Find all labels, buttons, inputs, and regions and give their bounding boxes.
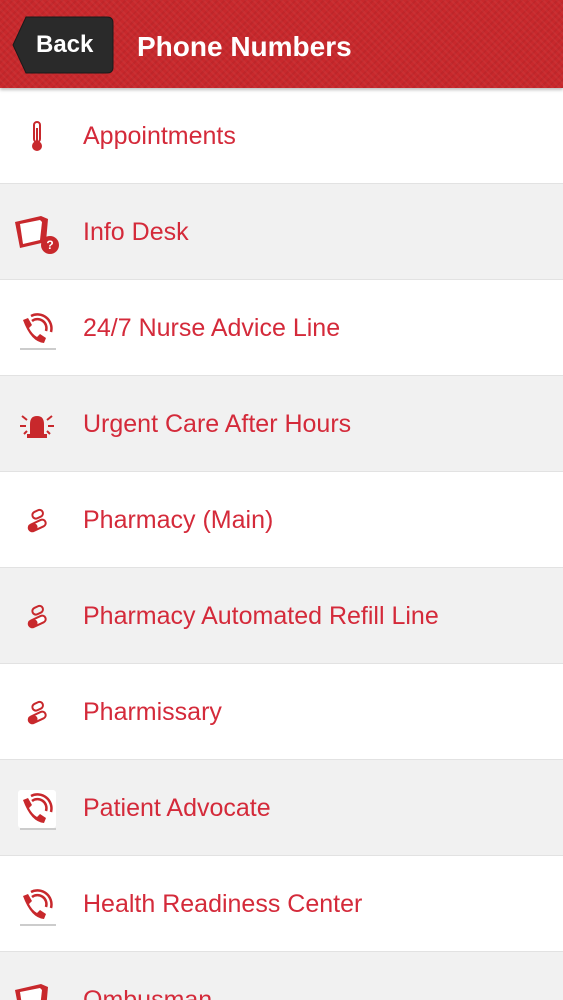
pill-icon: [14, 498, 60, 544]
pill-icon: [14, 690, 60, 736]
list-item[interactable]: Pharmissary: [0, 664, 563, 760]
list-item-label: Pharmacy (Main): [83, 506, 274, 534]
back-button[interactable]: Back: [12, 15, 115, 75]
list-item-label: Pharmacy Automated Refill Line: [83, 602, 439, 630]
header-bar: Back Phone Numbers: [0, 0, 563, 88]
list-item-label: Urgent Care After Hours: [83, 410, 352, 438]
info-desk-icon: ?: [14, 210, 60, 256]
page-title: Phone Numbers: [137, 31, 352, 62]
list-item[interactable]: Pharmacy (Main): [0, 472, 563, 568]
pill-icon: [14, 594, 60, 640]
list-item[interactable]: Appointments: [0, 88, 563, 184]
phone-call-icon: [14, 306, 60, 352]
info-desk-icon: ?: [14, 978, 60, 1000]
list-item-label: Pharmissary: [83, 698, 222, 726]
list-item-label: 24/7 Nurse Advice Line: [83, 314, 341, 342]
svg-text:?: ?: [46, 238, 53, 252]
thermometer-icon: [14, 114, 60, 160]
list-item-label: Info Desk: [83, 218, 189, 246]
list-item[interactable]: Patient Advocate: [0, 760, 563, 856]
list-item[interactable]: Urgent Care After Hours: [0, 376, 563, 472]
siren-icon: [14, 402, 60, 448]
list-item-label: Health Readiness Center: [83, 890, 363, 918]
list-item-label: Patient Advocate: [83, 794, 271, 822]
phone-numbers-screen: Back Phone Numbers Appointments ? Info D…: [0, 0, 563, 1000]
phone-list: Appointments ? Info Desk 24/7 Nurse Advi…: [0, 88, 563, 1000]
list-item[interactable]: 24/7 Nurse Advice Line: [0, 280, 563, 376]
list-item-label: Ombusman: [83, 986, 213, 1000]
list-item[interactable]: ? Info Desk: [0, 184, 563, 280]
back-button-label: Back: [36, 31, 94, 58]
list-item-label: Appointments: [83, 122, 236, 150]
list-item[interactable]: ? Ombusman: [0, 952, 563, 1000]
list-item[interactable]: Health Readiness Center: [0, 856, 563, 952]
phone-call-icon: [14, 786, 60, 832]
list-item[interactable]: Pharmacy Automated Refill Line: [0, 568, 563, 664]
phone-call-icon: [14, 882, 60, 928]
